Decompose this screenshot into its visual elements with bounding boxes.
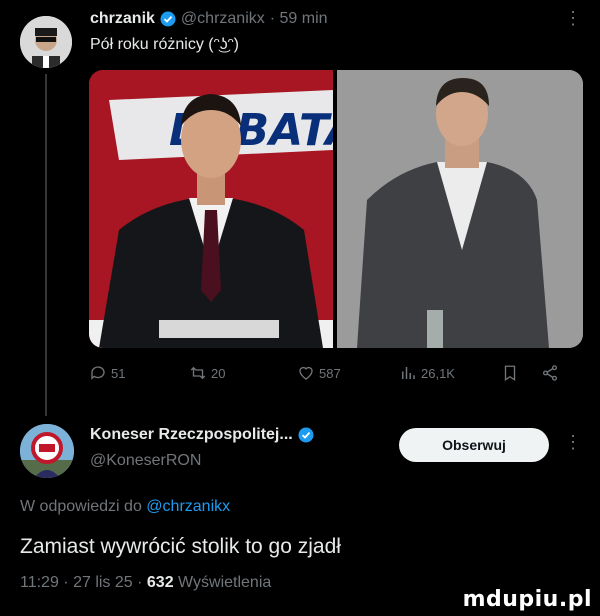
photo-debate-studio[interactable]: DEBATA — [89, 70, 333, 348]
thread-line — [45, 74, 47, 416]
avatar[interactable] — [20, 424, 74, 478]
replying-to-label: W odpowiedzi do — [20, 498, 142, 515]
watermark: mdupiu.pl — [462, 587, 592, 612]
reply-timestamp[interactable]: 11:29 · 27 lis 25 · — [20, 574, 142, 591]
reply-author-handle[interactable]: @KoneserRON — [90, 452, 201, 470]
heart-icon — [299, 366, 313, 380]
avatar[interactable] — [20, 16, 72, 68]
retweet-icon — [190, 366, 206, 380]
tweet-header: chrzanik @chrzanikx · 59 min — [90, 10, 328, 28]
more-options-icon[interactable]: ⋮ — [564, 8, 582, 29]
like-count: 587 — [319, 365, 341, 381]
tweet-actions: 51 20 587 26,1K — [89, 364, 559, 388]
reply-meta: 11:29 · 27 lis 25 · 632 Wyświetlenia — [20, 574, 271, 592]
photo-man-in-suit[interactable] — [337, 70, 583, 348]
reply-text: Zamiast wywrócić stolik to go zjadł — [20, 535, 341, 558]
share-action[interactable] — [541, 364, 559, 382]
retweet-count: 20 — [211, 365, 226, 381]
tweet-media[interactable]: DEBATA — [89, 70, 583, 348]
reply-views-count: 632 — [146, 574, 174, 591]
bookmark-action[interactable] — [501, 364, 519, 382]
views-icon — [402, 367, 415, 379]
bookmark-icon — [504, 365, 516, 382]
share-icon — [542, 365, 558, 381]
reply-author-name[interactable]: Koneser Rzeczpospolitej... — [90, 426, 293, 444]
like-action[interactable]: 587 — [297, 364, 341, 382]
verified-badge-icon — [160, 11, 176, 27]
author-name[interactable]: chrzanik — [90, 10, 155, 28]
more-options-icon[interactable]: ⋮ — [564, 432, 582, 453]
author-handle[interactable]: @chrzanikx — [181, 10, 265, 28]
reply-action[interactable]: 51 — [89, 364, 125, 382]
replying-to-mention[interactable]: @chrzanikx — [146, 498, 230, 515]
reply-views-label: Wyświetlenia — [178, 574, 272, 591]
views-action[interactable]: 26,1K — [399, 364, 455, 382]
tweet-time[interactable]: · 59 min — [270, 10, 328, 28]
views-count: 26,1K — [421, 365, 455, 381]
reply-icon — [91, 366, 105, 380]
tweet-text: Pół roku różnicy (ᵔ͜ʖᵔ) — [90, 36, 239, 53]
retweet-action[interactable]: 20 — [189, 364, 225, 382]
reply-header: Koneser Rzeczpospolitej... — [90, 426, 314, 444]
replying-to: W odpowiedzi do @chrzanikx — [20, 498, 230, 516]
reply-count: 51 — [111, 365, 126, 381]
follow-button[interactable]: Obserwuj — [399, 428, 549, 462]
verified-badge-icon — [298, 427, 314, 443]
